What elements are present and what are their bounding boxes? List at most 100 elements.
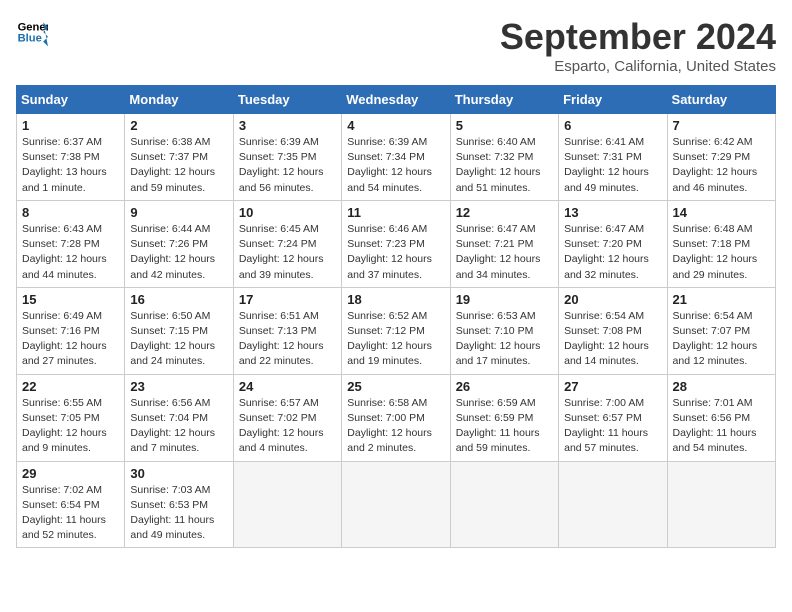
subtitle: Esparto, California, United States <box>500 58 776 75</box>
day-info: Sunrise: 6:57 AMSunset: 7:02 PMDaylight:… <box>239 396 336 457</box>
day-info: Sunrise: 6:55 AMSunset: 7:05 PMDaylight:… <box>22 396 119 457</box>
header-thursday: Thursday <box>450 86 558 114</box>
day-info: Sunrise: 6:43 AMSunset: 7:28 PMDaylight:… <box>22 222 119 283</box>
calendar-cell: 20 Sunrise: 6:54 AMSunset: 7:08 PMDayligh… <box>559 287 667 374</box>
day-number: 5 <box>456 118 553 133</box>
calendar-week-1: 1 Sunrise: 6:37 AMSunset: 7:38 PMDaylight… <box>17 114 776 201</box>
day-number: 16 <box>130 292 227 307</box>
day-info: Sunrise: 6:52 AMSunset: 7:12 PMDaylight:… <box>347 309 444 370</box>
day-number: 30 <box>130 466 227 481</box>
calendar-cell: 16 Sunrise: 6:50 AMSunset: 7:15 PMDayligh… <box>125 287 233 374</box>
day-number: 18 <box>347 292 444 307</box>
day-info: Sunrise: 6:54 AMSunset: 7:08 PMDaylight:… <box>564 309 661 370</box>
calendar-cell: 1 Sunrise: 6:37 AMSunset: 7:38 PMDaylight… <box>17 114 125 201</box>
calendar-cell: 18 Sunrise: 6:52 AMSunset: 7:12 PMDayligh… <box>342 287 450 374</box>
header: General Blue September 2024 Esparto, Cal… <box>16 16 776 75</box>
logo-icon: General Blue <box>16 16 48 48</box>
day-info: Sunrise: 6:39 AMSunset: 7:35 PMDaylight:… <box>239 135 336 196</box>
header-monday: Monday <box>125 86 233 114</box>
calendar-week-5: 29Sunrise: 7:02 AMSunset: 6:54 PMDayligh… <box>17 461 776 548</box>
day-info: Sunrise: 6:42 AMSunset: 7:29 PMDaylight:… <box>673 135 770 196</box>
calendar-cell: 21 Sunrise: 6:54 AMSunset: 7:07 PMDayligh… <box>667 287 775 374</box>
day-number: 2 <box>130 118 227 133</box>
calendar-cell: 6Sunrise: 6:41 AMSunset: 7:31 PMDaylight… <box>559 114 667 201</box>
day-number: 12 <box>456 205 553 220</box>
day-info: Sunrise: 6:50 AMSunset: 7:15 PMDaylight:… <box>130 309 227 370</box>
day-number: 22 <box>22 379 119 394</box>
title-block: September 2024 Esparto, California, Unit… <box>500 16 776 75</box>
svg-text:Blue: Blue <box>18 33 42 45</box>
calendar-cell <box>667 461 775 548</box>
day-info: Sunrise: 6:53 AMSunset: 7:10 PMDaylight:… <box>456 309 553 370</box>
day-number: 23 <box>130 379 227 394</box>
day-number: 9 <box>130 205 227 220</box>
calendar-cell: 3 Sunrise: 6:39 AMSunset: 7:35 PMDaylight… <box>233 114 341 201</box>
calendar-cell: 22 Sunrise: 6:55 AMSunset: 7:05 PMDayligh… <box>17 374 125 461</box>
day-info: Sunrise: 6:59 AMSunset: 6:59 PMDaylight:… <box>456 396 553 457</box>
calendar-week-2: 8 Sunrise: 6:43 AMSunset: 7:28 PMDaylight… <box>17 200 776 287</box>
day-info: Sunrise: 7:02 AMSunset: 6:54 PMDaylight:… <box>22 483 119 544</box>
calendar-week-4: 22 Sunrise: 6:55 AMSunset: 7:05 PMDayligh… <box>17 374 776 461</box>
calendar-cell <box>559 461 667 548</box>
day-number: 25 <box>347 379 444 394</box>
calendar-cell: 7 Sunrise: 6:42 AMSunset: 7:29 PMDaylight… <box>667 114 775 201</box>
day-info: Sunrise: 6:58 AMSunset: 7:00 PMDaylight:… <box>347 396 444 457</box>
calendar-cell: 4Sunrise: 6:39 AMSunset: 7:34 PMDaylight… <box>342 114 450 201</box>
calendar-cell: 17Sunrise: 6:51 AMSunset: 7:13 PMDayligh… <box>233 287 341 374</box>
calendar-cell: 14 Sunrise: 6:48 AMSunset: 7:18 PMDayligh… <box>667 200 775 287</box>
day-number: 24 <box>239 379 336 394</box>
day-number: 26 <box>456 379 553 394</box>
calendar-cell: 13 Sunrise: 6:47 AMSunset: 7:20 PMDayligh… <box>559 200 667 287</box>
day-number: 27 <box>564 379 661 394</box>
day-number: 3 <box>239 118 336 133</box>
day-info: Sunrise: 6:37 AMSunset: 7:38 PMDaylight:… <box>22 135 119 196</box>
calendar-cell: 30 Sunrise: 7:03 AMSunset: 6:53 PMDayligh… <box>125 461 233 548</box>
calendar-table: SundayMondayTuesdayWednesdayThursdayFrid… <box>16 85 776 548</box>
day-info: Sunrise: 6:38 AMSunset: 7:37 PMDaylight:… <box>130 135 227 196</box>
calendar-cell: 26 Sunrise: 6:59 AMSunset: 6:59 PMDayligh… <box>450 374 558 461</box>
day-number: 19 <box>456 292 553 307</box>
calendar-cell: 29Sunrise: 7:02 AMSunset: 6:54 PMDayligh… <box>17 461 125 548</box>
day-info: Sunrise: 7:01 AMSunset: 6:56 PMDaylight:… <box>673 396 770 457</box>
logo: General Blue <box>16 16 48 48</box>
day-info: Sunrise: 6:47 AMSunset: 7:20 PMDaylight:… <box>564 222 661 283</box>
day-number: 13 <box>564 205 661 220</box>
calendar-cell <box>233 461 341 548</box>
calendar-cell: 19 Sunrise: 6:53 AMSunset: 7:10 PMDayligh… <box>450 287 558 374</box>
day-info: Sunrise: 6:45 AMSunset: 7:24 PMDaylight:… <box>239 222 336 283</box>
day-number: 14 <box>673 205 770 220</box>
day-number: 7 <box>673 118 770 133</box>
day-number: 17 <box>239 292 336 307</box>
day-number: 10 <box>239 205 336 220</box>
day-info: Sunrise: 6:40 AMSunset: 7:32 PMDaylight:… <box>456 135 553 196</box>
calendar-cell: 28 Sunrise: 7:01 AMSunset: 6:56 PMDayligh… <box>667 374 775 461</box>
calendar-cell: 10 Sunrise: 6:45 AMSunset: 7:24 PMDayligh… <box>233 200 341 287</box>
day-info: Sunrise: 7:03 AMSunset: 6:53 PMDaylight:… <box>130 483 227 544</box>
day-number: 21 <box>673 292 770 307</box>
calendar-cell <box>450 461 558 548</box>
day-number: 1 <box>22 118 119 133</box>
main-title: September 2024 <box>500 16 776 58</box>
day-info: Sunrise: 7:00 AMSunset: 6:57 PMDaylight:… <box>564 396 661 457</box>
header-wednesday: Wednesday <box>342 86 450 114</box>
day-info: Sunrise: 6:49 AMSunset: 7:16 PMDaylight:… <box>22 309 119 370</box>
day-info: Sunrise: 6:46 AMSunset: 7:23 PMDaylight:… <box>347 222 444 283</box>
calendar-cell: 24 Sunrise: 6:57 AMSunset: 7:02 PMDayligh… <box>233 374 341 461</box>
day-info: Sunrise: 6:56 AMSunset: 7:04 PMDaylight:… <box>130 396 227 457</box>
header-friday: Friday <box>559 86 667 114</box>
day-number: 8 <box>22 205 119 220</box>
day-number: 15 <box>22 292 119 307</box>
calendar-cell: 8 Sunrise: 6:43 AMSunset: 7:28 PMDaylight… <box>17 200 125 287</box>
day-number: 4 <box>347 118 444 133</box>
calendar-cell: 27 Sunrise: 7:00 AMSunset: 6:57 PMDayligh… <box>559 374 667 461</box>
day-info: Sunrise: 6:44 AMSunset: 7:26 PMDaylight:… <box>130 222 227 283</box>
day-number: 20 <box>564 292 661 307</box>
calendar-cell: 9 Sunrise: 6:44 AMSunset: 7:26 PMDaylight… <box>125 200 233 287</box>
calendar-cell: 2 Sunrise: 6:38 AMSunset: 7:37 PMDaylight… <box>125 114 233 201</box>
day-info: Sunrise: 6:54 AMSunset: 7:07 PMDaylight:… <box>673 309 770 370</box>
day-info: Sunrise: 6:48 AMSunset: 7:18 PMDaylight:… <box>673 222 770 283</box>
calendar-cell: 11Sunrise: 6:46 AMSunset: 7:23 PMDayligh… <box>342 200 450 287</box>
day-info: Sunrise: 6:41 AMSunset: 7:31 PMDaylight:… <box>564 135 661 196</box>
day-number: 28 <box>673 379 770 394</box>
calendar-cell: 25 Sunrise: 6:58 AMSunset: 7:00 PMDayligh… <box>342 374 450 461</box>
